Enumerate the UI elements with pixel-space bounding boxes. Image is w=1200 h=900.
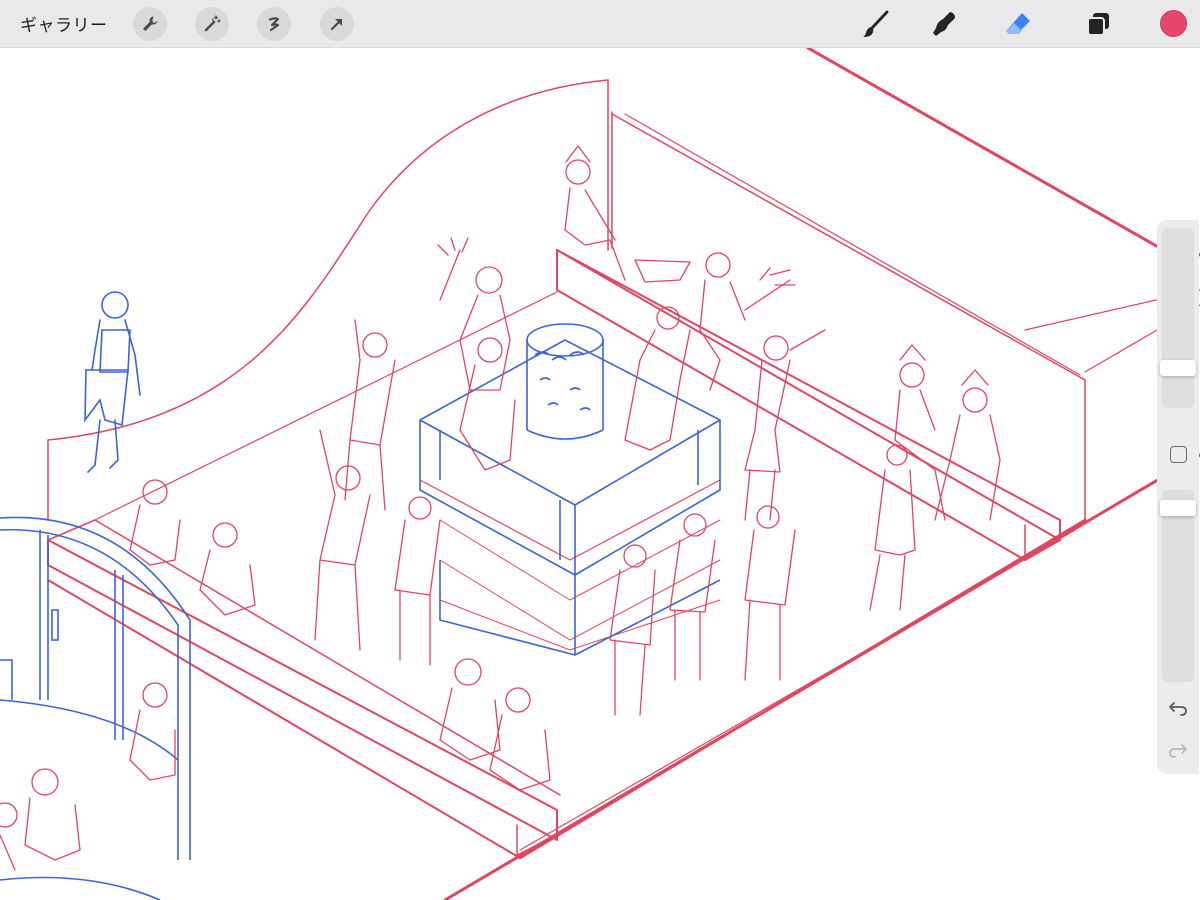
adjustments-button[interactable] <box>195 7 229 41</box>
transform-arrow-icon <box>330 18 343 31</box>
selection-button[interactable] <box>257 7 291 41</box>
brush-sidebar <box>1157 220 1199 774</box>
people-figures <box>0 145 1001 871</box>
undo-icon <box>1169 702 1187 716</box>
layers-tool[interactable] <box>1083 8 1115 40</box>
smudge-icon <box>933 12 955 36</box>
smudge-tool[interactable] <box>927 8 959 40</box>
undo-button[interactable] <box>1166 696 1190 720</box>
brush-size-thumb[interactable] <box>1160 360 1196 376</box>
layers-icon <box>1087 13 1109 36</box>
gallery-button[interactable]: ギャラリー <box>20 11 108 36</box>
transform-button[interactable] <box>320 7 354 41</box>
wrench-icon <box>143 16 158 31</box>
stove-structure <box>419 323 721 656</box>
actions-button[interactable] <box>133 7 167 41</box>
eraser-icon <box>1006 13 1030 34</box>
selection-icon <box>268 17 280 32</box>
color-picker-button[interactable] <box>1160 10 1187 37</box>
room-outline <box>47 48 1200 900</box>
opacity-slider[interactable] <box>1162 490 1194 682</box>
modify-button[interactable] <box>1170 446 1187 463</box>
redo-icon <box>1169 744 1187 758</box>
eraser-tool[interactable] <box>1002 8 1034 40</box>
sketch-artwork <box>0 48 1200 900</box>
brush-size-slider[interactable] <box>1162 228 1194 408</box>
top-toolbar: ギャラリー <box>0 0 1200 48</box>
redo-button[interactable] <box>1166 738 1190 762</box>
figure-blue <box>84 291 141 473</box>
drawing-canvas[interactable] <box>0 48 1200 900</box>
magic-wand-icon <box>204 15 221 32</box>
door-and-pool <box>0 516 191 900</box>
brush-tool[interactable] <box>860 8 892 40</box>
opacity-thumb[interactable] <box>1160 500 1196 516</box>
brush-icon <box>863 10 889 37</box>
